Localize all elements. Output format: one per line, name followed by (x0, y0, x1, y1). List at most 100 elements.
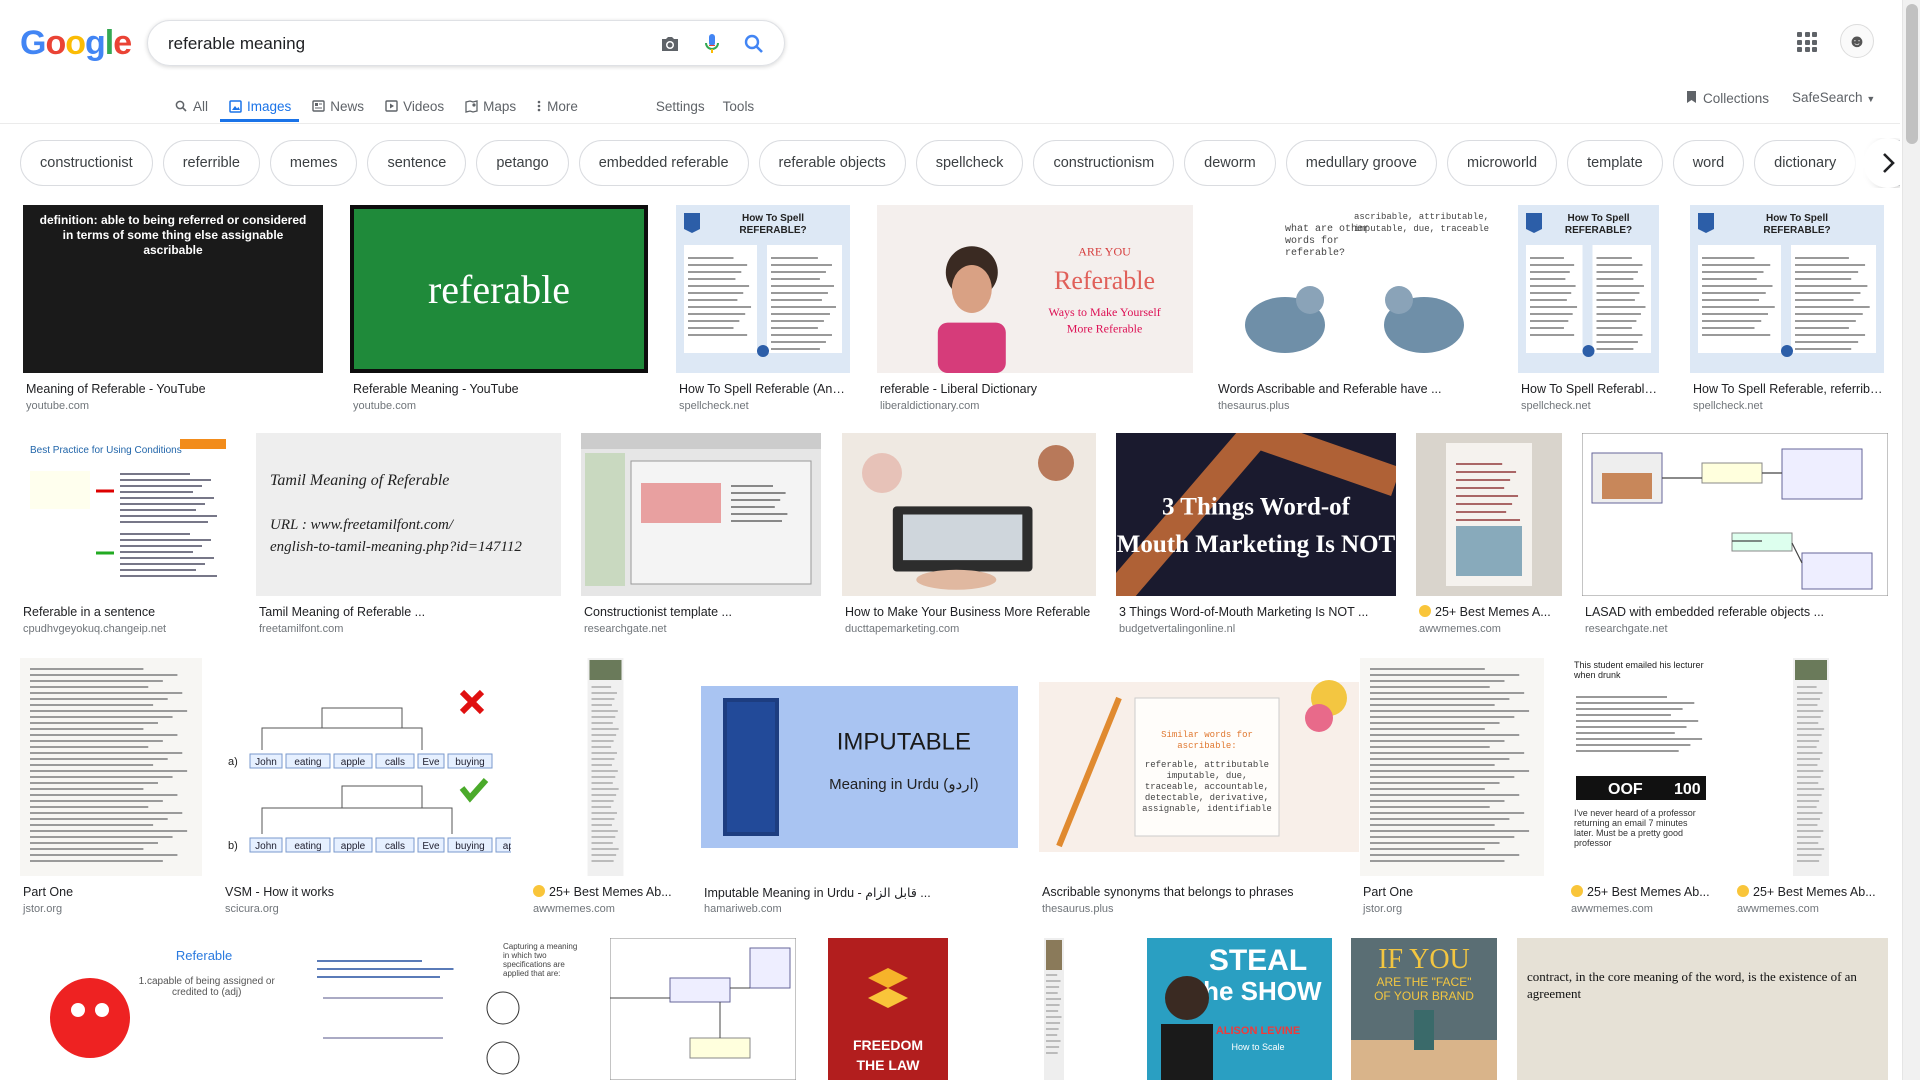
result-title[interactable]: How To Spell Referable... (1521, 382, 1658, 396)
result-thumbnail[interactable] (20, 658, 202, 876)
result-thumbnail[interactable] (980, 938, 1128, 1080)
svg-text:IF YOU: IF YOU (1378, 944, 1470, 975)
related-chip[interactable]: embedded referable (578, 140, 749, 186)
tab-label: All (193, 98, 209, 114)
related-chip[interactable]: referrible (162, 140, 260, 186)
result-title[interactable]: Words Ascribable and Referable have ... (1218, 382, 1493, 396)
result-title[interactable]: 25+ Best Memes Ab... (1571, 885, 1713, 899)
result-title[interactable]: 25+ Best Memes Ab... (533, 885, 680, 899)
vertical-scrollbar[interactable] (1902, 0, 1920, 1080)
result-thumbnail[interactable]: Similar words for ascribable: referable, … (1039, 658, 1359, 876)
svg-text:John: John (255, 841, 277, 852)
result-thumbnail[interactable]: Referable 1.capable of being assigned or … (20, 938, 283, 1080)
result-thumbnail[interactable] (1582, 433, 1888, 596)
tab-maps[interactable]: Maps (456, 82, 524, 122)
settings-link[interactable]: Settings (650, 82, 713, 122)
result-thumbnail[interactable] (1416, 433, 1562, 596)
result-thumbnail[interactable]: ARE YOU Referable Ways to Make Yourself Mor… (877, 205, 1193, 373)
result-thumbnail[interactable]: FREEDOM THE LAW (828, 938, 948, 1080)
apps-grid-icon[interactable] (1797, 32, 1817, 52)
result-source: researchgate.net (584, 623, 667, 635)
safesearch-button[interactable]: SafeSearch ▼ (1792, 90, 1875, 105)
tab-images[interactable]: Images (220, 82, 300, 122)
tab-all[interactable]: All (166, 82, 216, 122)
result-thumbnail[interactable]: contract, in the core meaning of the wor… (1517, 938, 1888, 1080)
result-title[interactable]: LASAD with embedded referable objects ..… (1585, 605, 1887, 619)
tab-label: Images (247, 98, 292, 114)
result-thumbnail[interactable]: How To Spell REFERABLE? (676, 205, 850, 373)
svg-text:ARE THE "FACE": ARE THE "FACE" (1377, 975, 1472, 989)
result-thumbnail[interactable]: 3 Things Word-of Mouth Marketing Is NOT (1116, 433, 1396, 596)
svg-text:eating: eating (294, 757, 321, 768)
result-thumbnail[interactable] (610, 938, 796, 1080)
result-source: spellcheck.net (1521, 400, 1591, 412)
collections-button[interactable]: Collections (1686, 90, 1769, 107)
result-thumbnail[interactable] (1734, 658, 1888, 876)
related-chip[interactable]: microworld (1446, 140, 1558, 186)
result-title[interactable]: VSM - How it works (225, 885, 510, 899)
related-chip[interactable]: sentence (367, 140, 467, 186)
tab-news[interactable]: News (303, 82, 372, 122)
scrollbar-thumb[interactable] (1906, 4, 1918, 144)
result-title[interactable]: Ascribable synonyms that belongs to phra… (1042, 885, 1358, 899)
result-title[interactable]: Constructionist template ... (584, 605, 820, 619)
related-chip[interactable]: constructionist (20, 140, 153, 186)
result-thumbnail[interactable]: This student emailed his lecturer when d… (1568, 658, 1714, 876)
related-chip[interactable]: word (1672, 140, 1745, 186)
result-thumbnail[interactable] (581, 433, 821, 596)
svg-text:Ways to Make Yourself: Ways to Make Yourself (1048, 305, 1160, 319)
search-input[interactable] (168, 33, 648, 55)
result-thumbnail[interactable] (842, 433, 1096, 596)
result-thumbnail[interactable]: Capturing a meaning in which two specifi… (303, 938, 590, 1080)
result-title-text: Constructionist template ... (584, 605, 732, 619)
result-thumbnail[interactable]: How To Spell REFERABLE? (1518, 205, 1659, 373)
result-thumbnail[interactable]: IMPUTABLE Meaning in Urdu (اردو) (701, 658, 1018, 876)
result-title[interactable]: Meaning of Referable - YouTube (26, 382, 322, 396)
related-chip[interactable]: constructionism (1033, 140, 1175, 186)
result-title[interactable]: 3 Things Word-of-Mouth Marketing Is NOT … (1119, 605, 1395, 619)
result-title[interactable]: How to Make Your Business More Referable (845, 605, 1095, 619)
result-title[interactable]: Imputable Meaning in Urdu - قابل الزام .… (704, 885, 1017, 900)
smiley-icon (1571, 885, 1583, 897)
avatar[interactable]: ☻ (1840, 24, 1874, 58)
result-thumbnail[interactable]: what are other words for referable? ascriba… (1215, 205, 1494, 373)
related-chip[interactable]: medullary groove (1285, 140, 1437, 186)
result-thumbnail[interactable]: Best Practice for Using Conditions (20, 433, 236, 596)
related-chip[interactable]: memes (269, 140, 358, 186)
related-chip[interactable]: referable objects (758, 140, 906, 186)
result-title[interactable]: How To Spell Referable (And... (679, 382, 849, 396)
result-title[interactable]: 25+ Best Memes A... (1419, 605, 1561, 619)
result-thumbnail[interactable]: definition: able to being referred or co… (23, 205, 323, 373)
google-logo[interactable]: Google (20, 24, 132, 63)
result-title[interactable]: Part One (23, 885, 201, 899)
chevron-right-icon (1883, 153, 1895, 173)
result-title[interactable]: 25+ Best Memes Ab... (1737, 885, 1887, 899)
result-thumbnail[interactable] (1360, 658, 1544, 876)
related-chip[interactable]: template (1567, 140, 1663, 186)
related-chip[interactable]: spellcheck (915, 140, 1024, 186)
result-thumbnail[interactable]: IF YOU ARE THE "FACE" OF YOUR BRAND (1351, 938, 1497, 1080)
related-chip[interactable]: petango (476, 140, 569, 186)
result-title[interactable]: Part One (1363, 885, 1543, 899)
result-thumbnail[interactable] (530, 658, 681, 876)
tab-more[interactable]: More (528, 82, 586, 122)
result-title[interactable]: Tamil Meaning of Referable ... (259, 605, 560, 619)
logo-letter: o (45, 24, 66, 62)
result-title[interactable]: referable - Liberal Dictionary (880, 382, 1192, 396)
result-thumbnail[interactable]: STEAL the SHOW ALISON LEVINE How to Scale (1147, 938, 1332, 1080)
search-icon[interactable] (742, 32, 766, 56)
result-thumbnail[interactable]: How To Spell REFERABLE? (1690, 205, 1884, 373)
related-chip[interactable]: deworm (1184, 140, 1276, 186)
result-thumbnail[interactable]: referable (350, 205, 648, 373)
tab-videos[interactable]: Videos (376, 82, 452, 122)
related-chip[interactable]: dictionary (1754, 140, 1857, 186)
camera-icon[interactable] (658, 32, 682, 56)
microphone-icon[interactable] (700, 32, 724, 56)
result-source: youtube.com (353, 400, 416, 412)
result-thumbnail[interactable]: John eating apple calls Eve buying John eating a… (222, 658, 511, 876)
result-title[interactable]: Referable in a sentence (23, 605, 235, 619)
result-thumbnail[interactable]: Tamil Meaning of Referable URL : www.free… (256, 433, 561, 596)
tools-link[interactable]: Tools (717, 82, 763, 122)
result-title[interactable]: Referable Meaning - YouTube (353, 382, 647, 396)
result-title[interactable]: How To Spell Referable, referribl... (1693, 382, 1883, 396)
